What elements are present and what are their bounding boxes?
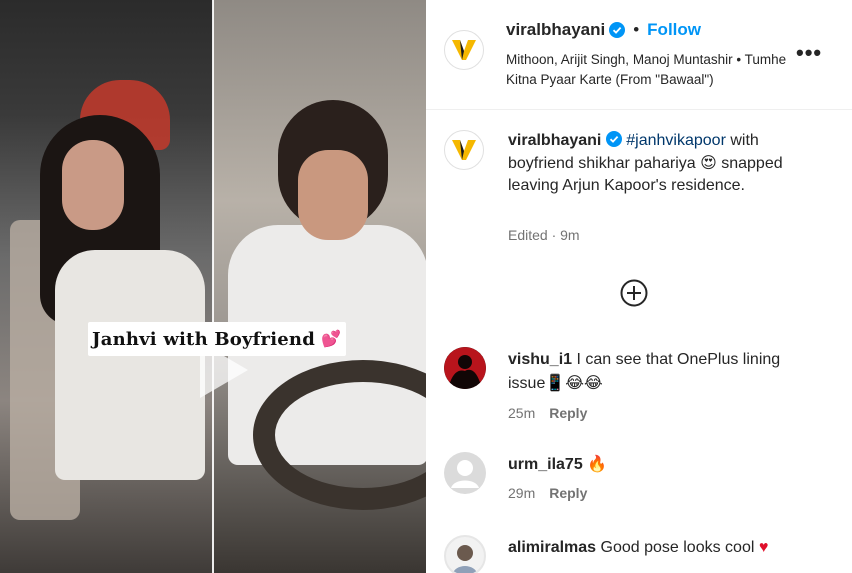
split-divider: [212, 0, 214, 573]
caption-meta: Edited · 9m: [508, 227, 580, 243]
author-avatar[interactable]: [444, 30, 484, 70]
caption-avatar[interactable]: [444, 130, 484, 170]
commenter-username[interactable]: vishu_i1: [508, 351, 572, 368]
photo-left: [0, 0, 213, 573]
hashtag-link[interactable]: #janhvikapoor: [626, 132, 726, 149]
play-icon[interactable]: [178, 330, 258, 410]
commenter-username[interactable]: urm_ila75: [508, 456, 583, 473]
commenter-avatar[interactable]: [444, 347, 486, 389]
comment-text: 🔥: [587, 456, 608, 473]
post-header: viralbhayani • Follow Mithoon, Arijit Si…: [426, 0, 852, 110]
reel-media[interactable]: Janhvi with Boyfriend 💕: [0, 0, 426, 573]
commenter-avatar[interactable]: [444, 535, 486, 573]
commenter-username[interactable]: alimiralmas: [508, 539, 596, 556]
reply-button[interactable]: Reply: [549, 485, 587, 501]
caption-emoji: 💕: [321, 331, 341, 348]
verified-badge-icon: [605, 131, 622, 147]
comment-text: Good pose looks cool: [600, 539, 755, 556]
comment-time: 25m: [508, 405, 536, 421]
default-avatar-icon: [444, 452, 486, 494]
red-heart-icon: ♥: [758, 539, 769, 556]
avatar-image: [452, 545, 478, 573]
follow-button[interactable]: Follow: [647, 20, 701, 40]
avatar-image: [444, 347, 486, 389]
post-panel: viralbhayani • Follow Mithoon, Arijit Si…: [426, 0, 852, 573]
audio-link[interactable]: Mithoon, Arijit Singh, Manoj Muntashir •…: [506, 50, 796, 90]
commenter-avatar[interactable]: [444, 452, 486, 494]
add-comment-circle-icon[interactable]: [619, 278, 649, 308]
header-separator: •: [633, 20, 640, 39]
photo-right: [213, 0, 426, 573]
viral-logo-icon: [452, 140, 476, 160]
caption-username[interactable]: viralbhayani: [508, 132, 601, 149]
reply-button[interactable]: Reply: [549, 405, 587, 421]
viral-logo-icon: [452, 40, 476, 60]
comment-time: 29m: [508, 485, 536, 501]
more-options-icon[interactable]: •••: [796, 40, 822, 66]
author-username[interactable]: viralbhayani: [506, 20, 605, 40]
verified-badge-icon: [609, 22, 626, 38]
